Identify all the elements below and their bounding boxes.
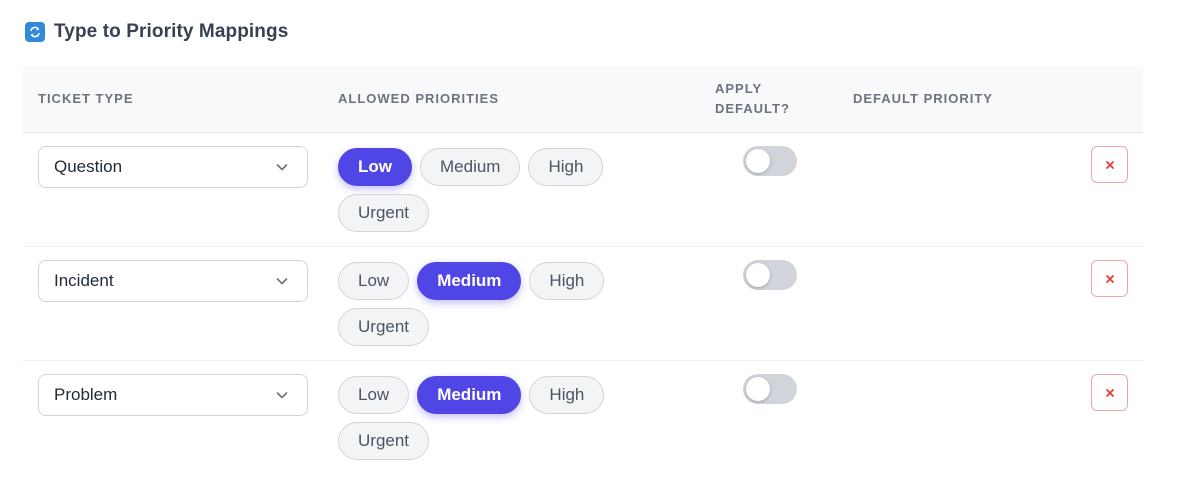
ticket-type-value: Problem [54,385,118,404]
column-header-apply-default: APPLY DEFAULT? [715,81,790,116]
priority-pill-high[interactable]: High [529,262,605,300]
toggle-knob [746,377,770,401]
table-body: Question Low Medium High Urgent Incident Low Me… [23,133,1143,475]
toggle-knob [746,263,770,287]
ticket-type-select[interactable]: Incident [38,260,308,302]
chevron-down-icon [276,392,288,399]
ticket-type-value: Question [54,157,123,176]
column-header-default-priority: DEFAULT PRIORITY [853,91,993,106]
priority-pill-group: Low Medium High Urgent [338,262,628,354]
table-row: Incident Low Medium High Urgent [23,247,1143,361]
priority-pill-medium[interactable]: Medium [417,376,522,414]
ticket-type-select[interactable]: Question [38,146,308,188]
apply-default-toggle[interactable] [743,374,797,404]
close-icon [1105,274,1114,283]
apply-default-toggle[interactable] [743,146,797,176]
table-header: TICKET TYPE ALLOWED PRIORITIES APPLY DEF… [23,66,1143,133]
close-icon [1105,160,1114,169]
delete-row-button[interactable] [1091,374,1128,411]
table-row: Question Low Medium High Urgent [23,133,1143,247]
priority-pill-group: Low Medium High Urgent [338,376,628,468]
priority-pill-high[interactable]: High [528,148,604,186]
ticket-type-select[interactable]: Problem [38,374,308,416]
section-header: Type to Priority Mappings [25,20,288,44]
delete-row-button[interactable] [1091,260,1128,297]
column-header-allowed-priorities: ALLOWED PRIORITIES [338,91,499,106]
priority-pill-high[interactable]: High [529,376,605,414]
priority-pill-urgent[interactable]: Urgent [338,194,430,232]
ticket-type-value: Incident [54,271,114,290]
priority-pill-low[interactable]: Low [338,376,410,414]
priority-pill-low[interactable]: Low [338,148,412,186]
priority-pill-urgent[interactable]: Urgent [338,422,430,460]
priority-pill-medium[interactable]: Medium [420,148,521,186]
table-row: Problem Low Medium High Urgent [23,361,1143,475]
column-header-ticket-type: TICKET TYPE [38,91,134,106]
chevron-down-icon [276,164,288,171]
toggle-knob [746,149,770,173]
priority-pill-medium[interactable]: Medium [417,262,522,300]
apply-default-toggle[interactable] [743,260,797,290]
mappings-table: TICKET TYPE ALLOWED PRIORITIES APPLY DEF… [23,66,1143,475]
chevron-down-icon [276,278,288,285]
priority-pill-urgent[interactable]: Urgent [338,308,430,346]
priority-pill-group: Low Medium High Urgent [338,148,628,240]
section-title: Type to Priority Mappings [54,21,289,42]
delete-row-button[interactable] [1091,146,1128,183]
close-icon [1105,388,1114,397]
refresh-icon [25,22,45,42]
priority-pill-low[interactable]: Low [338,262,410,300]
